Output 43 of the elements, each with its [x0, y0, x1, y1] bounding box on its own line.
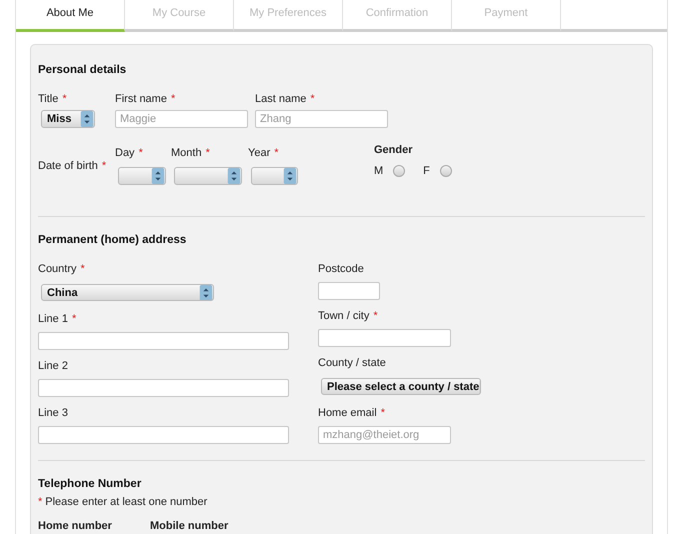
field-label: County / state: [318, 357, 386, 369]
column-label: Mobile number: [150, 520, 230, 532]
field-label: Town / city *: [318, 310, 378, 322]
address-line-field[interactable]: [38, 332, 289, 350]
first-name-field[interactable]: Maggie: [115, 110, 248, 128]
county-select[interactable]: Please select a county / state: [321, 378, 481, 395]
field-label: Country *: [38, 263, 85, 275]
field-label: Day *: [115, 147, 143, 159]
field-label: First name *: [115, 93, 176, 105]
required-mark: *: [38, 496, 42, 508]
field-label: Home email *: [318, 407, 385, 419]
town-field[interactable]: [318, 329, 451, 347]
column-label: Home number: [38, 520, 113, 532]
updown-arrow-icon: [199, 285, 213, 300]
field-label: Line 3: [38, 407, 68, 419]
field-label: Postcode: [318, 263, 364, 275]
field-label: Line 1 *: [38, 313, 76, 325]
section-heading: Telephone Number: [38, 477, 142, 491]
radio-label: F: [423, 165, 430, 177]
note-text: Please enter at least one number: [45, 496, 208, 508]
postcode-field[interactable]: [318, 282, 380, 300]
field-label: Gender: [374, 144, 414, 156]
section-heading: Personal details: [38, 63, 128, 77]
field-label: Month *: [171, 147, 210, 159]
email-field[interactable]: mzhang@theiet.org: [318, 426, 451, 444]
title-select[interactable]: Miss: [41, 110, 95, 128]
country-select[interactable]: China: [41, 284, 214, 301]
field-label: Year *: [248, 147, 279, 159]
section-heading: Permanent (home) address: [38, 233, 188, 247]
address-line-field[interactable]: [38, 379, 289, 397]
last-name-field[interactable]: Zhang: [255, 110, 388, 128]
radio-label: M: [374, 165, 384, 177]
field-label: Date of birth *: [38, 160, 106, 172]
radio-button[interactable]: [440, 165, 452, 177]
field-label: Line 2: [38, 360, 68, 372]
date-select[interactable]: [118, 167, 166, 185]
radio-button[interactable]: [393, 165, 406, 177]
address-line-field[interactable]: [38, 426, 289, 444]
tab[interactable]: About Me: [16, 0, 125, 32]
date-select[interactable]: [251, 167, 298, 185]
field-label: Title *: [38, 93, 67, 105]
field-label: Last name *: [255, 93, 315, 105]
date-select[interactable]: [174, 167, 242, 185]
